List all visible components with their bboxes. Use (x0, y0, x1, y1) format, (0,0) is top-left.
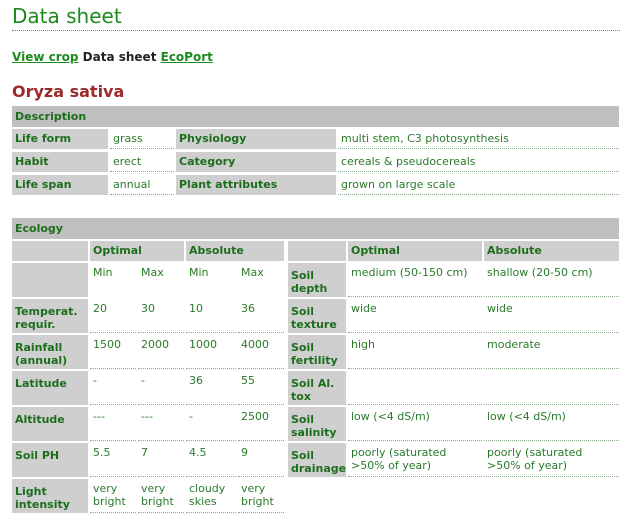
page-title: Data sheet (12, 4, 122, 28)
soil-row-label: Soil Al. tox (288, 371, 346, 405)
soil-optimal: high (348, 335, 482, 369)
description-header: Description (12, 106, 619, 127)
ecology-opt-min: - (90, 371, 136, 405)
view-crop-link[interactable]: View crop (12, 50, 78, 64)
ecology-row-label: Altitude (12, 407, 88, 441)
soil-row-label: Soil texture (288, 299, 346, 333)
species-name: Oryza sativa (12, 82, 125, 101)
ecology-row-label: Soil PH (12, 443, 88, 477)
ecology-opt-max: 2000 (138, 335, 184, 369)
category-value: cereals & pseudocereals (338, 152, 619, 172)
physiology-label: Physiology (176, 129, 336, 149)
life-span-label: Life span (12, 175, 108, 195)
ecology-header: Ecology (12, 218, 619, 239)
ecology-abs-max: 4000 (238, 335, 284, 369)
life-form-label: Life form (12, 129, 108, 149)
title-divider (12, 30, 620, 31)
category-label: Category (176, 152, 336, 172)
plant-attributes-value: grown on large scale (338, 175, 619, 195)
ecology-opt-max: very bright (138, 479, 184, 513)
soil-absolute (484, 371, 619, 405)
soil-row-label: Soil depth (288, 263, 346, 297)
ecology-opt-max: 7 (138, 443, 184, 477)
life-form-value: grass (110, 129, 174, 149)
soil-optimal: wide (348, 299, 482, 333)
soil-corner (288, 241, 346, 261)
ecology-abs-max: 36 (238, 299, 284, 333)
opt-max-header: Max (141, 266, 164, 279)
soil-row-label: Soil salinity (288, 407, 346, 441)
ecology-corner (12, 241, 88, 261)
plant-attributes-label: Plant attributes (176, 175, 336, 195)
soil-absolute: low (<4 dS/m) (484, 407, 619, 441)
soil-absolute: wide (484, 299, 619, 333)
ecology-row-label: Temperat. requir. (12, 299, 88, 333)
ecology-abs-min: 1000 (186, 335, 236, 369)
ecology-abs-max: 2500 (238, 407, 284, 441)
opt-min-header: Min (93, 266, 113, 279)
breadcrumb-nav: View crop Data sheet EcoPort (12, 50, 213, 64)
ecology-abs-min: 36 (186, 371, 236, 405)
data-sheet-current: Data sheet (82, 50, 157, 64)
soil-optimal: medium (50-150 cm) (348, 263, 482, 297)
ecology-abs-min: cloudy skies (186, 479, 236, 513)
ecology-row-label: Rainfall (annual) (12, 335, 88, 369)
ecology-abs-max: 55 (238, 371, 284, 405)
ecology-abs-min: 10 (186, 299, 236, 333)
ecology-abs-max: very bright (238, 479, 284, 513)
optimal-header-right: Optimal (348, 241, 482, 261)
optimal-header-left: Optimal (90, 241, 184, 261)
ecology-opt-min: 1500 (90, 335, 136, 369)
ecology-opt-min: 20 (90, 299, 136, 333)
ecoport-link[interactable]: EcoPort (161, 50, 213, 64)
soil-optimal (348, 371, 482, 405)
soil-absolute: poorly (saturated >50% of year) (484, 443, 619, 477)
soil-row-label: Soil drainage (288, 443, 346, 477)
physiology-value: multi stem, C3 photosynthesis (338, 129, 619, 149)
life-span-value: annual (110, 175, 174, 195)
soil-absolute: shallow (20-50 cm) (484, 263, 619, 297)
absolute-header-left: Absolute (186, 241, 284, 261)
ecology-opt-max: - (138, 371, 184, 405)
absolute-header-right: Absolute (484, 241, 619, 261)
ecology-opt-min: 5.5 (90, 443, 136, 477)
ecology-opt-min: very bright (90, 479, 136, 513)
ecology-abs-min: 4.5 (186, 443, 236, 477)
habit-label: Habit (12, 152, 108, 172)
minmax-corner (12, 263, 88, 297)
ecology-row-label: Latitude (12, 371, 88, 405)
soil-absolute: moderate (484, 335, 619, 369)
ecology-opt-min: --- (90, 407, 136, 441)
soil-optimal: low (<4 dS/m) (348, 407, 482, 441)
habit-value: erect (110, 152, 174, 172)
ecology-opt-max: 30 (138, 299, 184, 333)
soil-optimal: poorly (saturated >50% of year) (348, 443, 482, 477)
ecology-abs-min: - (186, 407, 236, 441)
ecology-abs-max: 9 (238, 443, 284, 477)
abs-max-header: Max (241, 266, 264, 279)
ecology-row-label: Light intensity (12, 479, 88, 513)
soil-row-label: Soil fertility (288, 335, 346, 369)
ecology-opt-max: --- (138, 407, 184, 441)
abs-min-header: Min (189, 266, 209, 279)
